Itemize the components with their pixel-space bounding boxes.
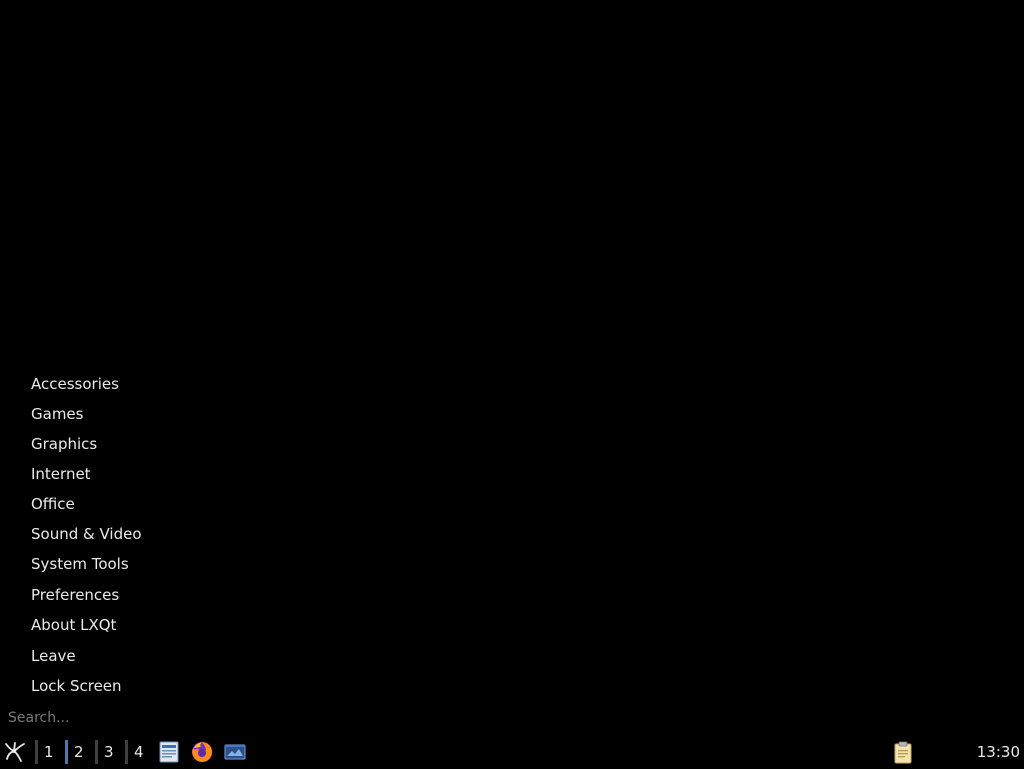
desktop-separator	[35, 740, 38, 764]
menu-item-accessories[interactable]: Accessories	[31, 374, 119, 394]
clipboard-icon	[894, 741, 912, 764]
file-manager-launcher[interactable]	[157, 740, 181, 764]
show-desktop-launcher[interactable]	[223, 740, 247, 764]
firefox-launcher[interactable]	[190, 740, 214, 764]
menu-search-input[interactable]	[0, 706, 160, 730]
menu-item-about-lxqt[interactable]: About LXQt	[31, 615, 116, 635]
file-manager-icon	[159, 741, 179, 763]
firefox-icon	[192, 741, 213, 762]
start-menu-button[interactable]	[2, 739, 28, 765]
menu-item-games[interactable]: Games	[31, 404, 83, 424]
menu-item-office[interactable]: Office	[31, 494, 75, 514]
desktop-separator	[125, 740, 128, 764]
show-desktop-icon	[224, 744, 246, 760]
lxqt-start-icon	[5, 742, 25, 762]
desktop-separator-active	[65, 740, 68, 764]
menu-item-system-tools[interactable]: System Tools	[31, 554, 129, 574]
application-menu: Accessories Games Graphics Internet Offi…	[0, 368, 160, 735]
menu-item-preferences[interactable]: Preferences	[31, 585, 119, 605]
menu-item-sound-video[interactable]: Sound & Video	[31, 524, 142, 544]
menu-item-lock-screen[interactable]: Lock Screen	[31, 676, 122, 696]
clock[interactable]: 13:30	[977, 739, 1020, 765]
menu-item-internet[interactable]: Internet	[31, 464, 91, 484]
taskbar-panel: 1 2 3 4 13:30	[0, 735, 1024, 768]
desktop-separator	[95, 740, 98, 764]
clipboard-tray-button[interactable]	[890, 740, 916, 764]
menu-item-leave[interactable]: Leave	[31, 646, 76, 666]
menu-item-graphics[interactable]: Graphics	[31, 434, 97, 454]
